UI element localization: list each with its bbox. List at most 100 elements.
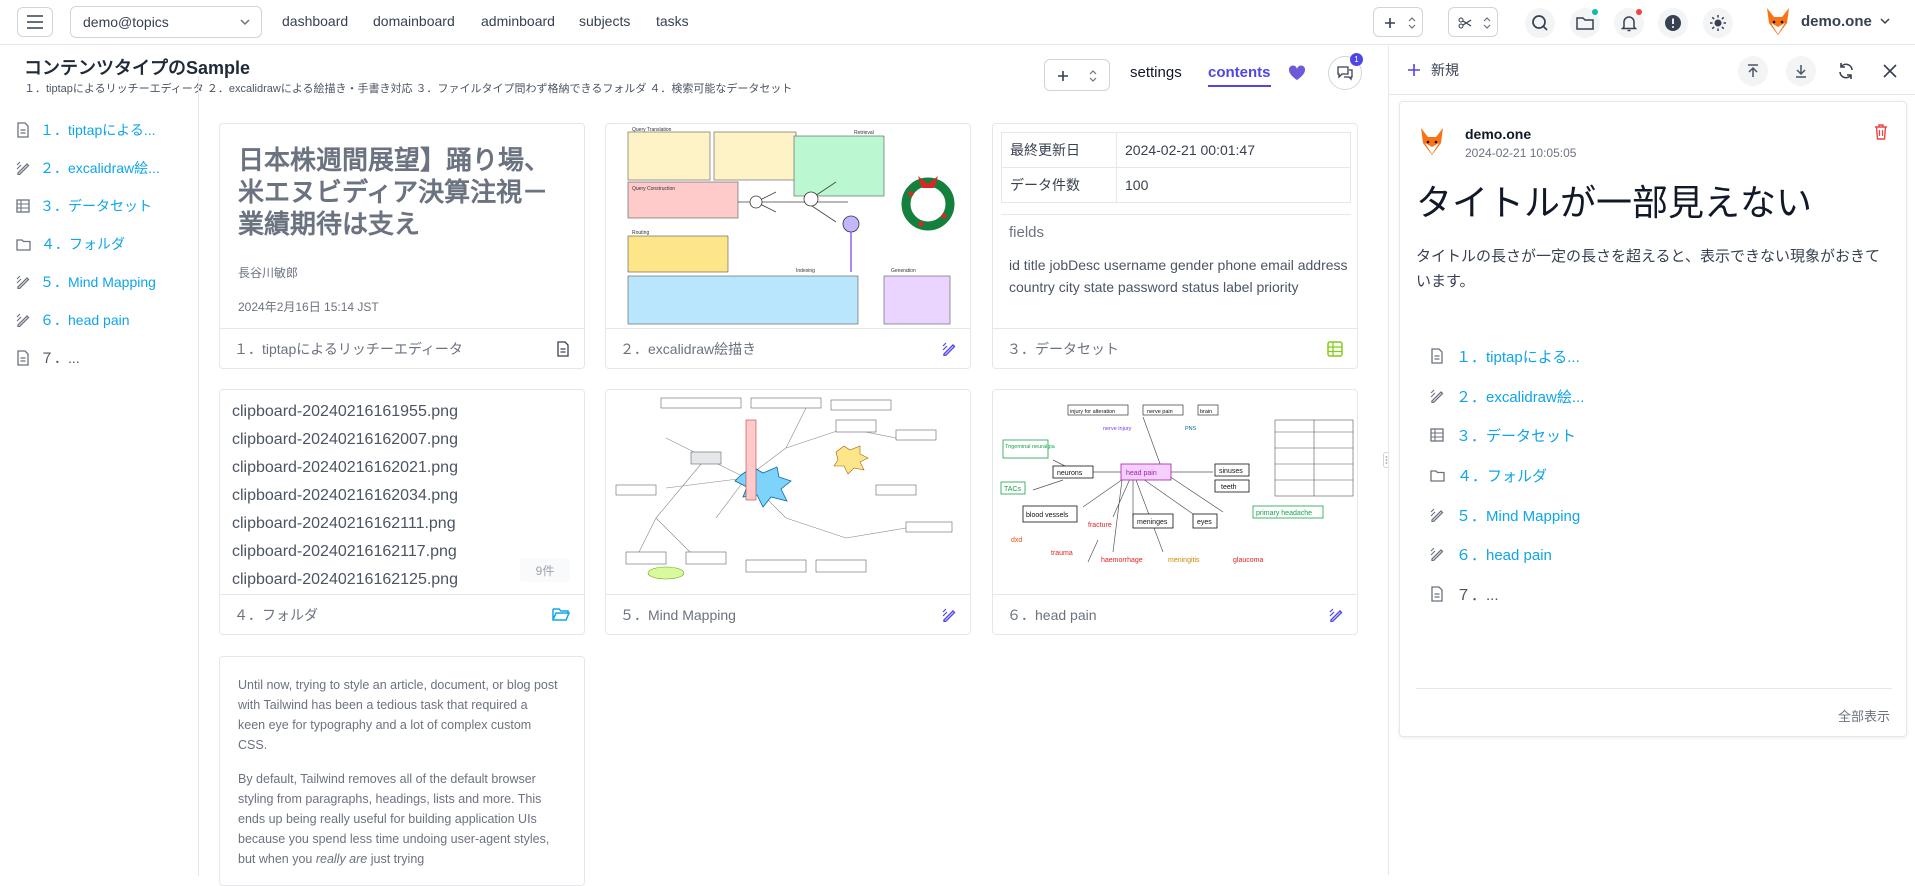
nav-subjects[interactable]: subjects xyxy=(579,13,630,29)
sidebar-item-7[interactable]: ７．... xyxy=(16,347,80,369)
new-post-button[interactable]: 新規 xyxy=(1407,60,1459,80)
linked-item-tiptap[interactable]: １．tiptapによる... xyxy=(1430,345,1580,367)
linked-item-dataset[interactable]: ３．データセット xyxy=(1430,424,1576,446)
show-all-link[interactable]: 全部表示 xyxy=(1838,706,1890,725)
chat-icon xyxy=(1337,66,1353,81)
draw-icon xyxy=(1329,608,1343,622)
notifications-button[interactable] xyxy=(1614,8,1644,38)
file-item[interactable]: clipboard-20240216162007.png xyxy=(232,426,458,454)
scroll-bottom-button[interactable] xyxy=(1786,56,1816,86)
files-button[interactable] xyxy=(1570,8,1600,38)
prose-body: Until now, trying to style an article, d… xyxy=(238,675,558,869)
sidebar-item-mind-mapping[interactable]: ５．Mind Mapping xyxy=(16,271,156,293)
add-dropdown-button[interactable] xyxy=(1373,7,1423,37)
close-panel-button[interactable] xyxy=(1875,56,1905,86)
content-card-prose[interactable]: Until now, trying to style an article, d… xyxy=(219,656,585,886)
file-item[interactable]: clipboard-20240216162034.png xyxy=(232,482,458,510)
meta-value: 100 xyxy=(1116,167,1351,203)
linked-item-mind-mapping[interactable]: ５．Mind Mapping xyxy=(1430,504,1580,526)
dataset-meta-table: 最終更新日 2024-02-21 00:01:47 データ件数 100 xyxy=(1001,132,1351,203)
menu-button[interactable] xyxy=(17,7,53,37)
page-description: １．tiptapによるリッチーエディータ ２．excalidrawによる絵描き・… xyxy=(24,83,793,95)
nav-tasks[interactable]: tasks xyxy=(656,13,689,29)
document-icon xyxy=(17,122,29,138)
sidebar-item-excalidraw[interactable]: ２．excalidraw絵... xyxy=(16,157,160,179)
node-label: nerve injury xyxy=(1103,426,1132,432)
user-menu[interactable]: demo.one xyxy=(1763,4,1890,38)
diagram-label: Query Translation xyxy=(632,127,672,133)
document-icon xyxy=(557,340,569,357)
file-item[interactable]: clipboard-20240216162111.png xyxy=(232,510,458,538)
sidebar-item-label: ７．... xyxy=(40,350,80,366)
tab-settings[interactable]: settings xyxy=(1130,64,1182,81)
linked-item-folder[interactable]: ４．フォルダ xyxy=(1430,464,1547,486)
node-label: glaucoma xyxy=(1233,557,1263,564)
sidebar-item-label: ２．excalidraw絵... xyxy=(40,160,160,176)
sidebar-item-label: ６．head pain xyxy=(40,312,130,328)
refresh-icon xyxy=(1839,63,1853,79)
card-footer-label: ４．フォルダ xyxy=(234,606,318,623)
card-footer-label: ５．Mind Mapping xyxy=(620,606,736,623)
content-card-dataset[interactable]: 最終更新日 2024-02-21 00:01:47 データ件数 100 fiel… xyxy=(992,123,1358,369)
comments-button[interactable]: 1 xyxy=(1328,53,1363,90)
card-footer: １．tiptapによるリッチーエディータ xyxy=(220,328,584,368)
nav-domainboard[interactable]: domainboard xyxy=(373,13,455,29)
linked-item-excalidraw[interactable]: ２．excalidraw絵... xyxy=(1430,385,1584,407)
theme-toggle[interactable] xyxy=(1703,8,1733,38)
tab-contents[interactable]: contents xyxy=(1208,64,1271,87)
diagram-label: Indexing xyxy=(796,268,815,274)
article-headline: 日本株週間展望】踊り場、米エヌビディア決算注視－業績期待は支え xyxy=(238,145,551,239)
sidebar-item-dataset[interactable]: ３．データセット xyxy=(16,195,152,217)
prose-emphasis: really are xyxy=(315,852,368,866)
card-footer-label: １．tiptapによるリッチーエディータ xyxy=(234,340,463,357)
plus-icon xyxy=(1408,64,1420,76)
nav-adminboard[interactable]: adminboard xyxy=(481,13,555,29)
post-body: タイトルの長さが一定の長さを超えると、表示できない現象がおきています。 xyxy=(1416,248,1880,290)
post-avatar xyxy=(1416,124,1448,158)
linked-item-head-pain[interactable]: ６．head pain xyxy=(1430,543,1552,565)
file-item[interactable]: clipboard-20240216162117.png xyxy=(232,538,458,566)
sidebar-item-folder[interactable]: ４．フォルダ xyxy=(16,233,125,255)
add-content-button[interactable] xyxy=(1044,59,1110,91)
linked-item-label: ５．Mind Mapping xyxy=(1456,507,1581,525)
file-item[interactable]: clipboard-20240216162125.png xyxy=(232,566,458,594)
content-card-folder[interactable]: clipboard-20240216161955.png clipboard-2… xyxy=(219,389,585,635)
card-footer-label: ３．データセット xyxy=(1007,340,1119,357)
sidebar-item-tiptap[interactable]: １．tiptapによる... xyxy=(16,119,156,141)
meta-value: 2024-02-21 00:01:47 xyxy=(1116,132,1351,168)
hamburger-icon xyxy=(27,15,43,29)
content-card-excalidraw[interactable]: Query Translation Retrieval Routing Quer… xyxy=(605,123,971,369)
workspace-select[interactable]: demo@topics xyxy=(70,6,262,38)
heart-icon[interactable] xyxy=(1288,65,1306,81)
linked-item-label: ３．データセット xyxy=(1456,427,1577,445)
search-button[interactable] xyxy=(1525,8,1555,38)
tools-dropdown-button[interactable] xyxy=(1448,7,1498,37)
document-icon xyxy=(17,350,29,366)
draw-icon xyxy=(942,608,956,622)
panel-divider xyxy=(1389,94,1915,95)
content-card-head-pain[interactable]: head pain Trigeminal neuralgia TACs neur… xyxy=(992,389,1358,635)
linked-item-7[interactable]: ７．... xyxy=(1430,583,1499,605)
content-card-tiptap[interactable]: 日本株週間展望】踊り場、米エヌビディア決算注視－業績期待は支え 長谷川敏郎 20… xyxy=(219,123,585,369)
table-icon xyxy=(1327,340,1343,357)
sidebar-item-head-pain[interactable]: ６．head pain xyxy=(16,309,130,331)
nav-dashboard[interactable]: dashboard xyxy=(282,13,348,29)
draw-icon xyxy=(1430,547,1444,561)
content-card-mind-mapping[interactable]: ５．Mind Mapping xyxy=(605,389,971,635)
top-bar: demo@topics dashboard domainboard adminb… xyxy=(0,0,1915,45)
file-item[interactable]: clipboard-20240216161955.png xyxy=(232,398,458,426)
search-icon xyxy=(1532,15,1548,31)
file-item[interactable]: clipboard-20240216162021.png xyxy=(232,454,458,482)
close-icon xyxy=(1883,64,1897,78)
node-label: brain xyxy=(1200,409,1212,415)
user-name: demo.one xyxy=(1801,12,1872,30)
alert-button[interactable] xyxy=(1658,8,1688,38)
node-label: TACs xyxy=(1004,486,1021,493)
trash-icon[interactable] xyxy=(1874,124,1888,140)
node-label: PNS xyxy=(1185,426,1197,432)
refresh-button[interactable] xyxy=(1831,56,1861,86)
node-label: dxd xyxy=(1011,537,1022,544)
scroll-top-button[interactable] xyxy=(1738,56,1768,86)
updown-icon xyxy=(1089,70,1097,82)
node-label: injury for alteration xyxy=(1070,409,1115,415)
